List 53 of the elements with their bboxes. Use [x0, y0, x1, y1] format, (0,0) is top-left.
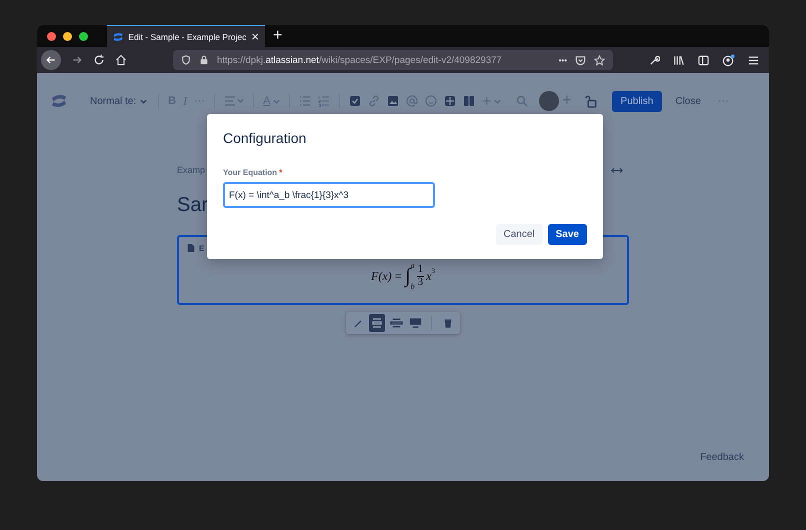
- minimize-window-button[interactable]: [63, 32, 72, 40]
- menu-icon[interactable]: [748, 54, 759, 66]
- new-tab-button[interactable]: +: [273, 27, 282, 45]
- pocket-icon[interactable]: [575, 54, 586, 66]
- publish-button[interactable]: Publish: [612, 90, 662, 112]
- page-actions-button[interactable]: •••: [558, 56, 567, 64]
- tab-title: Edit - Sample - Example Projec: [128, 32, 246, 42]
- tab-close-button[interactable]: ×: [251, 29, 259, 44]
- close-button[interactable]: Close: [669, 96, 707, 106]
- wide-layout-icon: [390, 317, 402, 329]
- browser-tab[interactable]: Edit - Sample - Example Projec ×: [107, 25, 265, 47]
- trash-icon: [443, 318, 453, 328]
- text-style-dropdown[interactable]: Normal te:: [90, 96, 148, 106]
- lock-icon: [199, 55, 209, 65]
- url-text: https://dpkj.atlassian.net/wiki/spaces/EXP/pages/edit-v2/409829377: [217, 54, 503, 66]
- caret-icon: [273, 98, 280, 104]
- cancel-button[interactable]: Cancel: [496, 224, 543, 245]
- table-icon[interactable]: [444, 95, 456, 107]
- layout-button[interactable]: [369, 314, 385, 332]
- reload-button[interactable]: [93, 54, 105, 66]
- unlocked-padlock-icon[interactable]: [584, 94, 597, 108]
- feedback-link[interactable]: Feedback: [700, 452, 744, 463]
- account-icon[interactable]: [722, 54, 735, 66]
- full-width-layout-icon: [408, 317, 422, 329]
- field-label: Your Equation: [223, 168, 278, 177]
- forward-button[interactable]: [71, 54, 83, 66]
- avatar[interactable]: [539, 91, 560, 111]
- library-icon[interactable]: [673, 54, 685, 66]
- wrench-icon[interactable]: [649, 54, 660, 66]
- address-bar[interactable]: https://dpkj.atlassian.net/wiki/spaces/EXP/pages/edit-v2/409829377 •••: [173, 50, 613, 70]
- shield-icon: [181, 55, 191, 65]
- caret-icon: [494, 98, 502, 104]
- caret-icon: [140, 98, 148, 104]
- save-button[interactable]: Save: [548, 224, 587, 245]
- columns-layout-icon[interactable]: [463, 95, 476, 107]
- pencil-icon: [353, 318, 363, 328]
- document-icon: [187, 243, 195, 253]
- dialog-title: Configuration: [223, 130, 308, 146]
- bookmark-star-icon[interactable]: [594, 54, 605, 66]
- home-button[interactable]: [115, 54, 127, 66]
- sidebar-icon[interactable]: [698, 54, 709, 66]
- centered-layout-icon: [371, 317, 383, 329]
- back-button[interactable]: [41, 50, 61, 70]
- close-window-button[interactable]: [47, 32, 56, 40]
- macro-title: E: [199, 244, 204, 252]
- equation-input-field[interactable]: F(x) = \int^a_b \frac{1}{3}x^3: [223, 182, 435, 208]
- back-arrow-icon: [45, 54, 57, 66]
- breadcrumb[interactable]: Examp: [177, 165, 206, 175]
- expand-width-icon[interactable]: [611, 166, 623, 174]
- maximize-window-button[interactable]: [79, 32, 88, 40]
- task-checkbox-icon[interactable]: [349, 95, 362, 107]
- image-icon[interactable]: [387, 95, 400, 107]
- required-marker: *: [279, 168, 282, 177]
